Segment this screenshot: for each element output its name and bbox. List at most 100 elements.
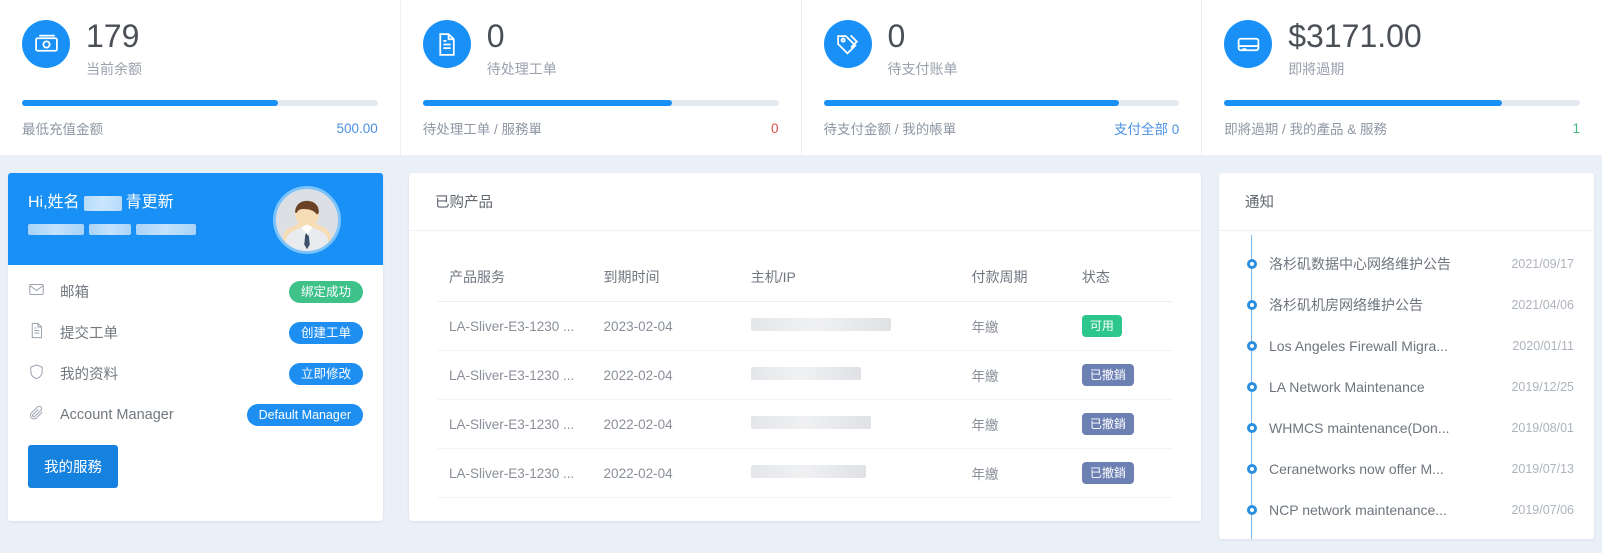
cell-expiry: 2022-02-04 [591,448,739,498]
cell-ip [738,448,960,498]
notice-list: 洛杉矶数据中心网络维护公告 2021/09/17 洛杉矶机房网络维护公告 2021/0… [1219,231,1594,539]
stat-top: 0 待支付账单 [823,16,1180,80]
notice-item-date: 2019/07/13 [1511,461,1574,476]
profile-item-label: 提交工单 [60,326,118,342]
stat-foot-value[interactable]: 500.00 [336,121,377,136]
notice-item-date: 2019/08/01 [1511,420,1574,435]
profile-item-badge[interactable]: 绑定成功 [288,280,363,303]
profile-item: 邮箱 绑定成功 [28,271,363,312]
timeline-dot-icon [1247,504,1257,515]
cell-ip [738,350,960,400]
paperclip-icon [28,404,54,426]
cell-status: 已撤銷 [1069,350,1173,400]
notice-item-title[interactable]: WHMCS maintenance(Don... [1269,420,1450,436]
table-row[interactable]: LA-Sliver-E3-1230 ... 2022-02-04 年繳 已撤銷 [437,350,1173,400]
notice-item[interactable]: 洛杉矶机房网络维护公告 2021/04/06 [1241,284,1574,325]
stat-label: 待处理工单 [486,61,557,77]
status-badge: 可用 [1081,315,1122,337]
timeline-dot-icon [1247,422,1257,433]
stat-value: 0 [486,18,505,54]
cell-service: LA-Sliver-E3-1230 ... [437,350,592,400]
progress-track [422,100,779,106]
server-icon [1224,20,1273,68]
stat-footer: 即將過期 / 我的產品 & 服務 1 [1224,118,1580,138]
notice-item[interactable]: WHMCS maintenance(Don... 2019/08/01 [1241,407,1574,448]
notice-item-date: 2019/12/25 [1511,379,1574,394]
profile-header: Hi,姓名 青更新 [8,173,383,265]
progress-fill [422,100,672,106]
my-service-button[interactable]: 我的服務 [28,445,118,488]
notice-item-title[interactable]: Los Angeles Firewall Migra... [1269,338,1448,354]
products-panel: 已购产品 产品服务 到期时间 主机/IP 付款周期 状态 LA-Sliver-E3-12… [409,173,1201,521]
stat-label: 当前余额 [86,61,142,77]
table-row[interactable]: LA-Sliver-E3-1230 ... 2022-02-04 年繳 已撤銷 [437,448,1173,498]
progress-track [823,100,1180,106]
table-row[interactable]: LA-Sliver-E3-1230 ... 2022-02-04 年繳 已撤銷 [437,399,1173,449]
stat-text: 179 当前余额 [86,16,142,80]
notice-item-title[interactable]: 洛杉矶机房网络维护公告 [1269,295,1423,315]
stat-foot-value[interactable]: 0 [771,121,779,136]
products-table-head: 产品服务 到期时间 主机/IP 付款周期 状态 [437,253,1173,302]
status-badge: 已撤銷 [1081,413,1134,435]
notice-item-title[interactable]: NCP network maintenance... [1269,502,1447,518]
stat-text: $3171.00 即將過期 [1288,16,1421,80]
column-header: 主机/IP [738,253,960,302]
progress-fill [22,100,279,106]
column-header: 到期时间 [591,253,739,302]
document-icon [28,322,54,344]
column-header: 状态 [1069,253,1173,302]
stat-foot-value[interactable]: 支付全部 0 [1114,118,1179,138]
products-title: 已购产品 [409,173,1201,231]
stat-value: $3171.00 [1288,18,1422,54]
notice-item-title[interactable]: Ceranetworks now offer M... [1269,461,1444,477]
column-header: 付款周期 [959,253,1070,302]
notice-item[interactable]: NCP network maintenance... 2019/07/06 [1241,489,1574,530]
dashboard-body: Hi,姓名 青更新 邮箱 绑定成功提交工单 创建工单 我的资料 立即修改 Acc… [0,155,1602,553]
profile-item: 我的资料 立即修改 [28,353,363,394]
stat-foot-label[interactable]: 最低充值金额 [22,118,103,138]
products-table-wrap: 产品服务 到期时间 主机/IP 付款周期 状态 LA-Sliver-E3-1230 ..… [409,231,1201,498]
stat-value: 179 [86,18,140,54]
notice-item[interactable]: LA Network Maintenance 2019/12/25 [1241,366,1574,407]
notice-item-date: 2020/01/11 [1512,338,1574,353]
avatar [273,186,341,254]
stat-value: 0 [887,18,906,54]
profile-item-badge[interactable]: 立即修改 [288,362,363,385]
table-row[interactable]: LA-Sliver-E3-1230 ... 2023-02-04 年繳 可用 [437,301,1173,351]
profile-item-badge[interactable]: Default Manager [246,403,363,426]
notice-item-title[interactable]: 洛杉矶数据中心网络维护公告 [1269,254,1451,274]
stat-footer: 最低充值金额 500.00 [22,118,378,138]
profile-panel: Hi,姓名 青更新 邮箱 绑定成功提交工单 创建工单 我的资料 立即修改 Acc… [8,173,383,521]
stat-foot-label[interactable]: 即將過期 / 我的產品 & 服務 [1224,118,1387,138]
table-header-row: 产品服务 到期时间 主机/IP 付款周期 状态 [437,253,1173,302]
stat-foot-value[interactable]: 1 [1572,121,1580,136]
notice-item-title[interactable]: LA Network Maintenance [1269,379,1425,395]
notice-item[interactable]: 洛杉矶数据中心网络维护公告 2021/09/17 [1241,243,1574,284]
cell-service: LA-Sliver-E3-1230 ... [437,399,592,449]
status-badge: 已撤銷 [1081,364,1134,386]
redacted-ip [750,465,866,478]
notice-item-date: 2019/07/06 [1511,502,1574,517]
cell-expiry: 2022-02-04 [591,399,739,449]
cell-service: LA-Sliver-E3-1230 ... [437,448,592,498]
notice-item[interactable]: Ceranetworks now offer M... 2019/07/13 [1241,448,1574,489]
stats-row: 179 当前余额 最低充值金额 500.00 0 待处理工单 待处理工单 / 服務單 0 0 待支… [0,0,1602,155]
cell-status: 已撤銷 [1069,448,1173,498]
progress-fill [1224,100,1502,106]
profile-item-label: 我的资料 [60,367,118,383]
cell-status: 已撤銷 [1069,399,1173,449]
cell-status: 可用 [1069,301,1173,351]
cell-cycle: 年繳 [959,301,1070,351]
stat-card-2: 0 待处理工单待处理工单 / 服務單 0 [401,0,802,155]
profile-item-badge[interactable]: 创建工单 [288,321,363,344]
notice-item[interactable]: Los Angeles Firewall Migra... 2020/01/11 [1241,325,1574,366]
stat-foot-label[interactable]: 待支付金额 / 我的帳單 [824,118,957,138]
cell-ip [738,301,960,351]
notice-item-date: 2021/04/06 [1511,297,1574,312]
redacted-ip [750,416,871,429]
profile-item: 提交工单 创建工单 [28,312,363,353]
profile-item: Account Manager Default Manager [28,394,363,435]
stat-foot-label[interactable]: 待处理工单 / 服務單 [423,118,542,138]
profile-item-label: 邮箱 [60,285,89,301]
timeline-dot-icon [1247,258,1257,269]
